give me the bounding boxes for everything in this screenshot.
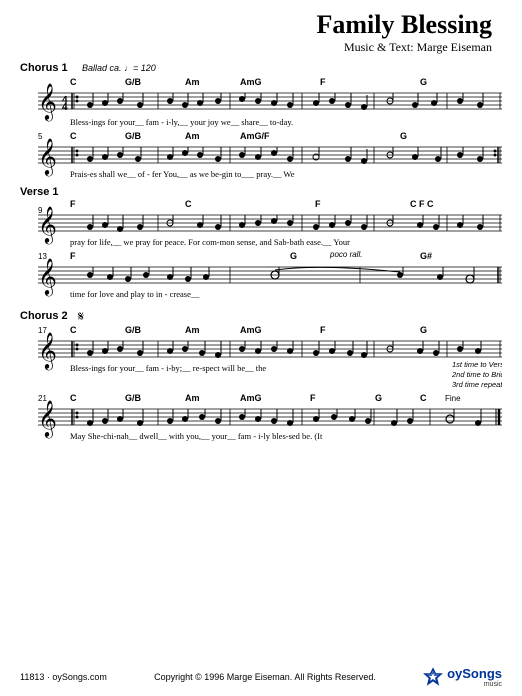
svg-text:G/B: G/B	[125, 131, 142, 141]
svg-text:𝄞: 𝄞	[38, 138, 57, 176]
svg-text:2nd time to Bridge: 2nd time to Bridge	[451, 370, 502, 379]
svg-text:C: C	[70, 77, 77, 87]
svg-text:G: G	[420, 325, 427, 335]
svg-text:F: F	[310, 393, 316, 403]
svg-text:G/B: G/B	[125, 325, 142, 335]
svg-text:C: C	[70, 393, 77, 403]
svg-text:G: G	[420, 77, 427, 87]
footer: 11813 · oySongs.com Copyright © 1996 Mar…	[0, 666, 522, 688]
svg-text:Prais-es shall we__ of - fer Y: Prais-es shall we__ of - fer You,__ as w…	[70, 169, 295, 179]
svg-text:May She-chi-nah__ dwell__ with: May She-chi-nah__ dwell__ with you,__ yo…	[70, 431, 323, 441]
svg-text:𝄋: 𝄋	[78, 310, 84, 325]
svg-text:𝄞: 𝄞	[38, 400, 57, 438]
svg-text:𝄞: 𝄞	[38, 332, 57, 370]
svg-text:4: 4	[62, 102, 68, 113]
svg-text:AmG: AmG	[240, 325, 262, 335]
svg-text:Fine: Fine	[445, 394, 461, 403]
svg-text:pray for life,__ we pray for p: pray for life,__ we pray for peace. For …	[70, 237, 350, 247]
svg-text:C: C	[70, 325, 77, 335]
svg-text:Am: Am	[185, 131, 200, 141]
svg-text:𝄞: 𝄞	[38, 83, 57, 121]
svg-text:C: C	[185, 199, 192, 209]
svg-text:F: F	[320, 325, 326, 335]
chorus1-label: Chorus 1	[20, 62, 68, 74]
song-subtitle: Music & Text: Marge Eiseman	[20, 40, 492, 55]
svg-text:1st time to Verse 2: 1st time to Verse 2	[452, 360, 502, 369]
svg-text:Bless-ings for your__ fam - i-: Bless-ings for your__ fam - i-by;__ re-s…	[70, 363, 266, 373]
svg-text:F: F	[315, 199, 321, 209]
svg-text:C F C: C F C	[410, 199, 434, 209]
song-title: Family Blessing	[20, 10, 492, 40]
svg-text:F: F	[320, 77, 326, 87]
svg-text:Am: Am	[185, 325, 200, 335]
svg-text:Bless-ings for your__ fam - i-: Bless-ings for your__ fam - i-ly,__ your…	[70, 117, 293, 127]
copyright-text: Copyright © 1996 Marge Eiseman. All Righ…	[107, 672, 423, 682]
page: Family Blessing Music & Text: Marge Eise…	[0, 0, 522, 696]
logo-area: oySongs music	[423, 666, 502, 688]
title-section: Family Blessing Music & Text: Marge Eise…	[20, 10, 502, 55]
svg-text:G: G	[375, 393, 382, 403]
svg-text:AmG: AmG	[240, 77, 262, 87]
svg-text:poco rall.: poco rall.	[329, 250, 362, 259]
svg-text:𝄞: 𝄞	[38, 258, 57, 296]
chorus2-label: Chorus 2	[20, 310, 68, 322]
svg-text:G: G	[290, 251, 297, 261]
svg-text:G: G	[400, 131, 407, 141]
catalog-number: 11813 · oySongs.com	[20, 672, 107, 682]
svg-text:AmG: AmG	[240, 393, 262, 403]
svg-text:AmG/F: AmG/F	[240, 131, 270, 141]
verse1-label: Verse 1	[20, 186, 59, 198]
svg-text:C: C	[70, 131, 77, 141]
svg-text:G/B: G/B	[125, 77, 142, 87]
svg-text:F: F	[70, 251, 76, 261]
svg-text:Am: Am	[185, 393, 200, 403]
svg-text:3rd time repeat al Fine: 3rd time repeat al Fine	[452, 380, 502, 389]
oysongs-logo: oySongs music	[447, 666, 502, 688]
svg-text:C: C	[420, 393, 427, 403]
svg-text:9: 9	[38, 206, 43, 215]
svg-text:time for love and play to in -: time for love and play to in - crease__	[70, 289, 200, 299]
svg-text:F: F	[70, 199, 76, 209]
svg-text:Am: Am	[185, 77, 200, 87]
svg-text:G#: G#	[420, 251, 432, 261]
svg-text:G/B: G/B	[125, 393, 142, 403]
tempo-marking: Ballad ca. ♩= 120	[82, 63, 156, 73]
star-of-david-icon	[423, 667, 443, 687]
music-notation: Chorus 1 Ballad ca. ♩= 120 C G/B Am AmG …	[20, 57, 502, 647]
